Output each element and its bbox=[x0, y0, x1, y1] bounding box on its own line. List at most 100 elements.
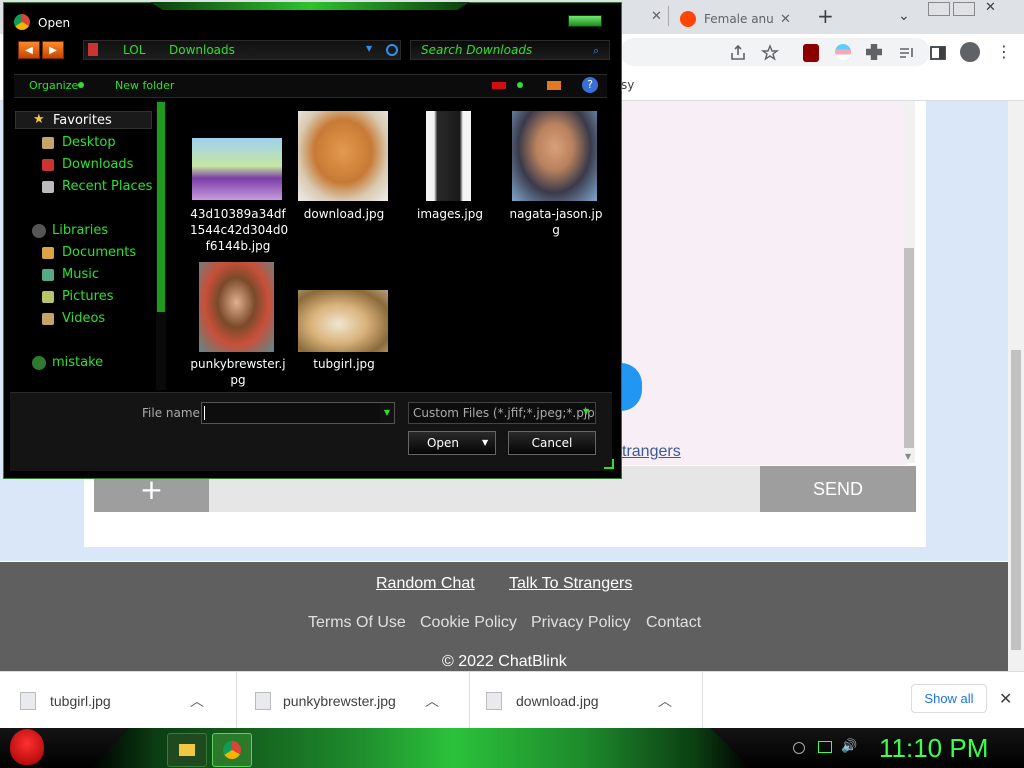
back-button[interactable]: ◀ bbox=[18, 41, 40, 59]
chevron-up-icon[interactable]: ︿ bbox=[658, 691, 672, 711]
ublock-icon[interactable] bbox=[803, 44, 819, 62]
thumbnail-nagata-jason[interactable] bbox=[512, 111, 597, 201]
dialog-close-button[interactable] bbox=[568, 15, 602, 27]
footer-link-random-chat[interactable]: Random Chat bbox=[376, 575, 475, 593]
nav-libraries[interactable]: Libraries bbox=[52, 223, 108, 238]
chevron-up-icon[interactable]: ︿ bbox=[190, 691, 204, 711]
window-close-icon[interactable]: ✕ bbox=[985, 0, 996, 15]
file-item-tubgirl[interactable]: tubgirl.jpg bbox=[294, 356, 394, 372]
close-icon[interactable]: ✕ bbox=[780, 12, 791, 27]
user-folder-icon bbox=[32, 356, 46, 370]
avatar-icon[interactable] bbox=[960, 42, 980, 62]
chat-scrollbar-thumb[interactable] bbox=[904, 248, 914, 448]
nav-downloads[interactable]: Downloads bbox=[62, 157, 133, 172]
nav-music[interactable]: Music bbox=[62, 267, 99, 282]
open-dropdown-icon[interactable]: ▼ bbox=[482, 438, 488, 447]
footer-link-privacy[interactable]: Privacy Policy bbox=[531, 614, 631, 632]
explorer-taskbar-icon[interactable] bbox=[167, 733, 207, 767]
chrome-taskbar-icon[interactable] bbox=[212, 733, 252, 767]
dialog-title: Open bbox=[38, 16, 71, 30]
file-item-images[interactable]: images.jpg bbox=[406, 206, 494, 222]
thumbnail-43d10389[interactable] bbox=[192, 138, 282, 200]
download-bar: tubgirl.jpg ︿ punkybrewster.jpg ︿ downlo… bbox=[0, 671, 1024, 729]
file-type-dropdown-icon[interactable]: ▼ bbox=[583, 407, 589, 416]
strangers-link[interactable]: trangers bbox=[622, 443, 681, 461]
music-icon bbox=[42, 269, 54, 281]
new-folder-button[interactable]: New folder bbox=[115, 79, 174, 92]
file-icon bbox=[255, 691, 271, 710]
search-icon[interactable]: ⌕ bbox=[593, 44, 599, 58]
thumbnail-images[interactable] bbox=[426, 111, 471, 201]
nav-scrollbar-thumb[interactable] bbox=[157, 102, 165, 312]
start-button-icon[interactable] bbox=[10, 729, 44, 765]
organize-button[interactable]: Organize bbox=[29, 79, 78, 92]
sidepanel-icon[interactable] bbox=[929, 44, 947, 62]
reddit-icon bbox=[680, 11, 696, 27]
menu-icon[interactable]: ⋮ bbox=[996, 42, 1012, 61]
share-icon[interactable] bbox=[729, 44, 747, 62]
chevron-down-icon[interactable]: ⌄ bbox=[898, 8, 910, 24]
scroll-down-icon[interactable]: ▼ bbox=[905, 452, 911, 461]
close-download-bar-icon[interactable]: ✕ bbox=[999, 689, 1012, 708]
download-name: download.jpg bbox=[516, 692, 599, 709]
resize-grip[interactable] bbox=[604, 459, 614, 469]
nav-desktop[interactable]: Desktop bbox=[62, 135, 116, 150]
videos-icon bbox=[42, 313, 54, 325]
send-button[interactable]: SEND bbox=[760, 466, 916, 512]
thumbnail-download[interactable] bbox=[298, 111, 388, 201]
footer-link-terms[interactable]: Terms Of Use bbox=[308, 614, 406, 632]
cancel-button[interactable]: Cancel bbox=[508, 431, 596, 455]
address-dropdown-icon[interactable]: ▼ bbox=[366, 44, 372, 53]
refresh-icon[interactable] bbox=[386, 44, 398, 56]
breadcrumb-downloads[interactable]: Downloads bbox=[169, 43, 235, 57]
view-dropdown-icon[interactable] bbox=[517, 82, 523, 88]
dialog-glow bbox=[150, 2, 470, 10]
nav-mistake[interactable]: mistake bbox=[52, 355, 103, 370]
minimize-icon[interactable] bbox=[928, 2, 950, 16]
nav-favorites[interactable]: Favorites bbox=[53, 113, 112, 128]
forward-button[interactable]: ▶ bbox=[42, 41, 64, 59]
nav-recent-places[interactable]: Recent Places bbox=[62, 179, 152, 194]
restore-icon[interactable] bbox=[953, 2, 975, 16]
text-cursor bbox=[204, 406, 205, 420]
new-tab-icon[interactable]: + bbox=[817, 4, 834, 28]
download-item-tubgirl[interactable]: tubgirl.jpg ︿ bbox=[0, 672, 237, 729]
tab-reddit[interactable]: Female anus ✕ bbox=[680, 4, 810, 34]
view-icon[interactable] bbox=[492, 82, 506, 89]
file-item-punkybrewster[interactable]: punkybrewster.j pg bbox=[186, 356, 290, 388]
breadcrumb-lol[interactable]: LOL bbox=[123, 43, 145, 57]
chevron-up-icon[interactable]: ︿ bbox=[425, 691, 439, 711]
file-item-nagata-jason[interactable]: nagata-jason.jp g bbox=[506, 206, 606, 238]
filename-dropdown-icon[interactable]: ▼ bbox=[380, 403, 394, 423]
file-type-select[interactable]: Custom Files (*.jfif;*.jpeg;*.pjp;* bbox=[408, 402, 596, 424]
help-icon[interactable]: ? bbox=[582, 77, 598, 93]
tray-icon[interactable] bbox=[793, 742, 805, 754]
tab-close-icon[interactable]: ✕ bbox=[651, 9, 662, 24]
download-item-punkybrewster[interactable]: punkybrewster.jpg ︿ bbox=[237, 672, 470, 729]
show-all-button[interactable]: Show all bbox=[911, 684, 987, 713]
media-icon[interactable] bbox=[898, 44, 916, 62]
preview-pane-icon[interactable] bbox=[547, 81, 561, 90]
bookmark-item[interactable]: sy bbox=[621, 78, 634, 92]
volume-icon[interactable]: 🔊 bbox=[841, 739, 857, 754]
file-item-43d10389[interactable]: 43d10389a34df 1544c42d304d0 f6144b.jpg bbox=[190, 206, 288, 254]
folder-icon bbox=[179, 744, 195, 756]
filename-label: File name: bbox=[142, 406, 204, 420]
thumbnail-tubgirl[interactable] bbox=[298, 290, 388, 352]
network-icon[interactable] bbox=[818, 741, 832, 753]
libraries-icon bbox=[32, 224, 46, 238]
download-item-download[interactable]: download.jpg ︿ bbox=[470, 672, 703, 729]
clock[interactable]: 11:10 PM bbox=[879, 733, 988, 764]
filename-input[interactable] bbox=[201, 402, 395, 424]
page-scrollbar-thumb[interactable] bbox=[1011, 350, 1021, 650]
file-item-download[interactable]: download.jpg bbox=[294, 206, 394, 222]
footer-link-cookie[interactable]: Cookie Policy bbox=[420, 614, 517, 632]
nav-documents[interactable]: Documents bbox=[62, 245, 136, 260]
footer-link-talk-to-strangers[interactable]: Talk To Strangers bbox=[509, 575, 632, 593]
thumbnail-punkybrewster[interactable] bbox=[199, 262, 274, 352]
nav-videos[interactable]: Videos bbox=[62, 311, 105, 326]
extension-icon[interactable] bbox=[835, 44, 851, 60]
star-icon[interactable] bbox=[761, 44, 779, 62]
nav-pictures[interactable]: Pictures bbox=[62, 289, 113, 304]
footer-link-contact[interactable]: Contact bbox=[646, 614, 701, 632]
